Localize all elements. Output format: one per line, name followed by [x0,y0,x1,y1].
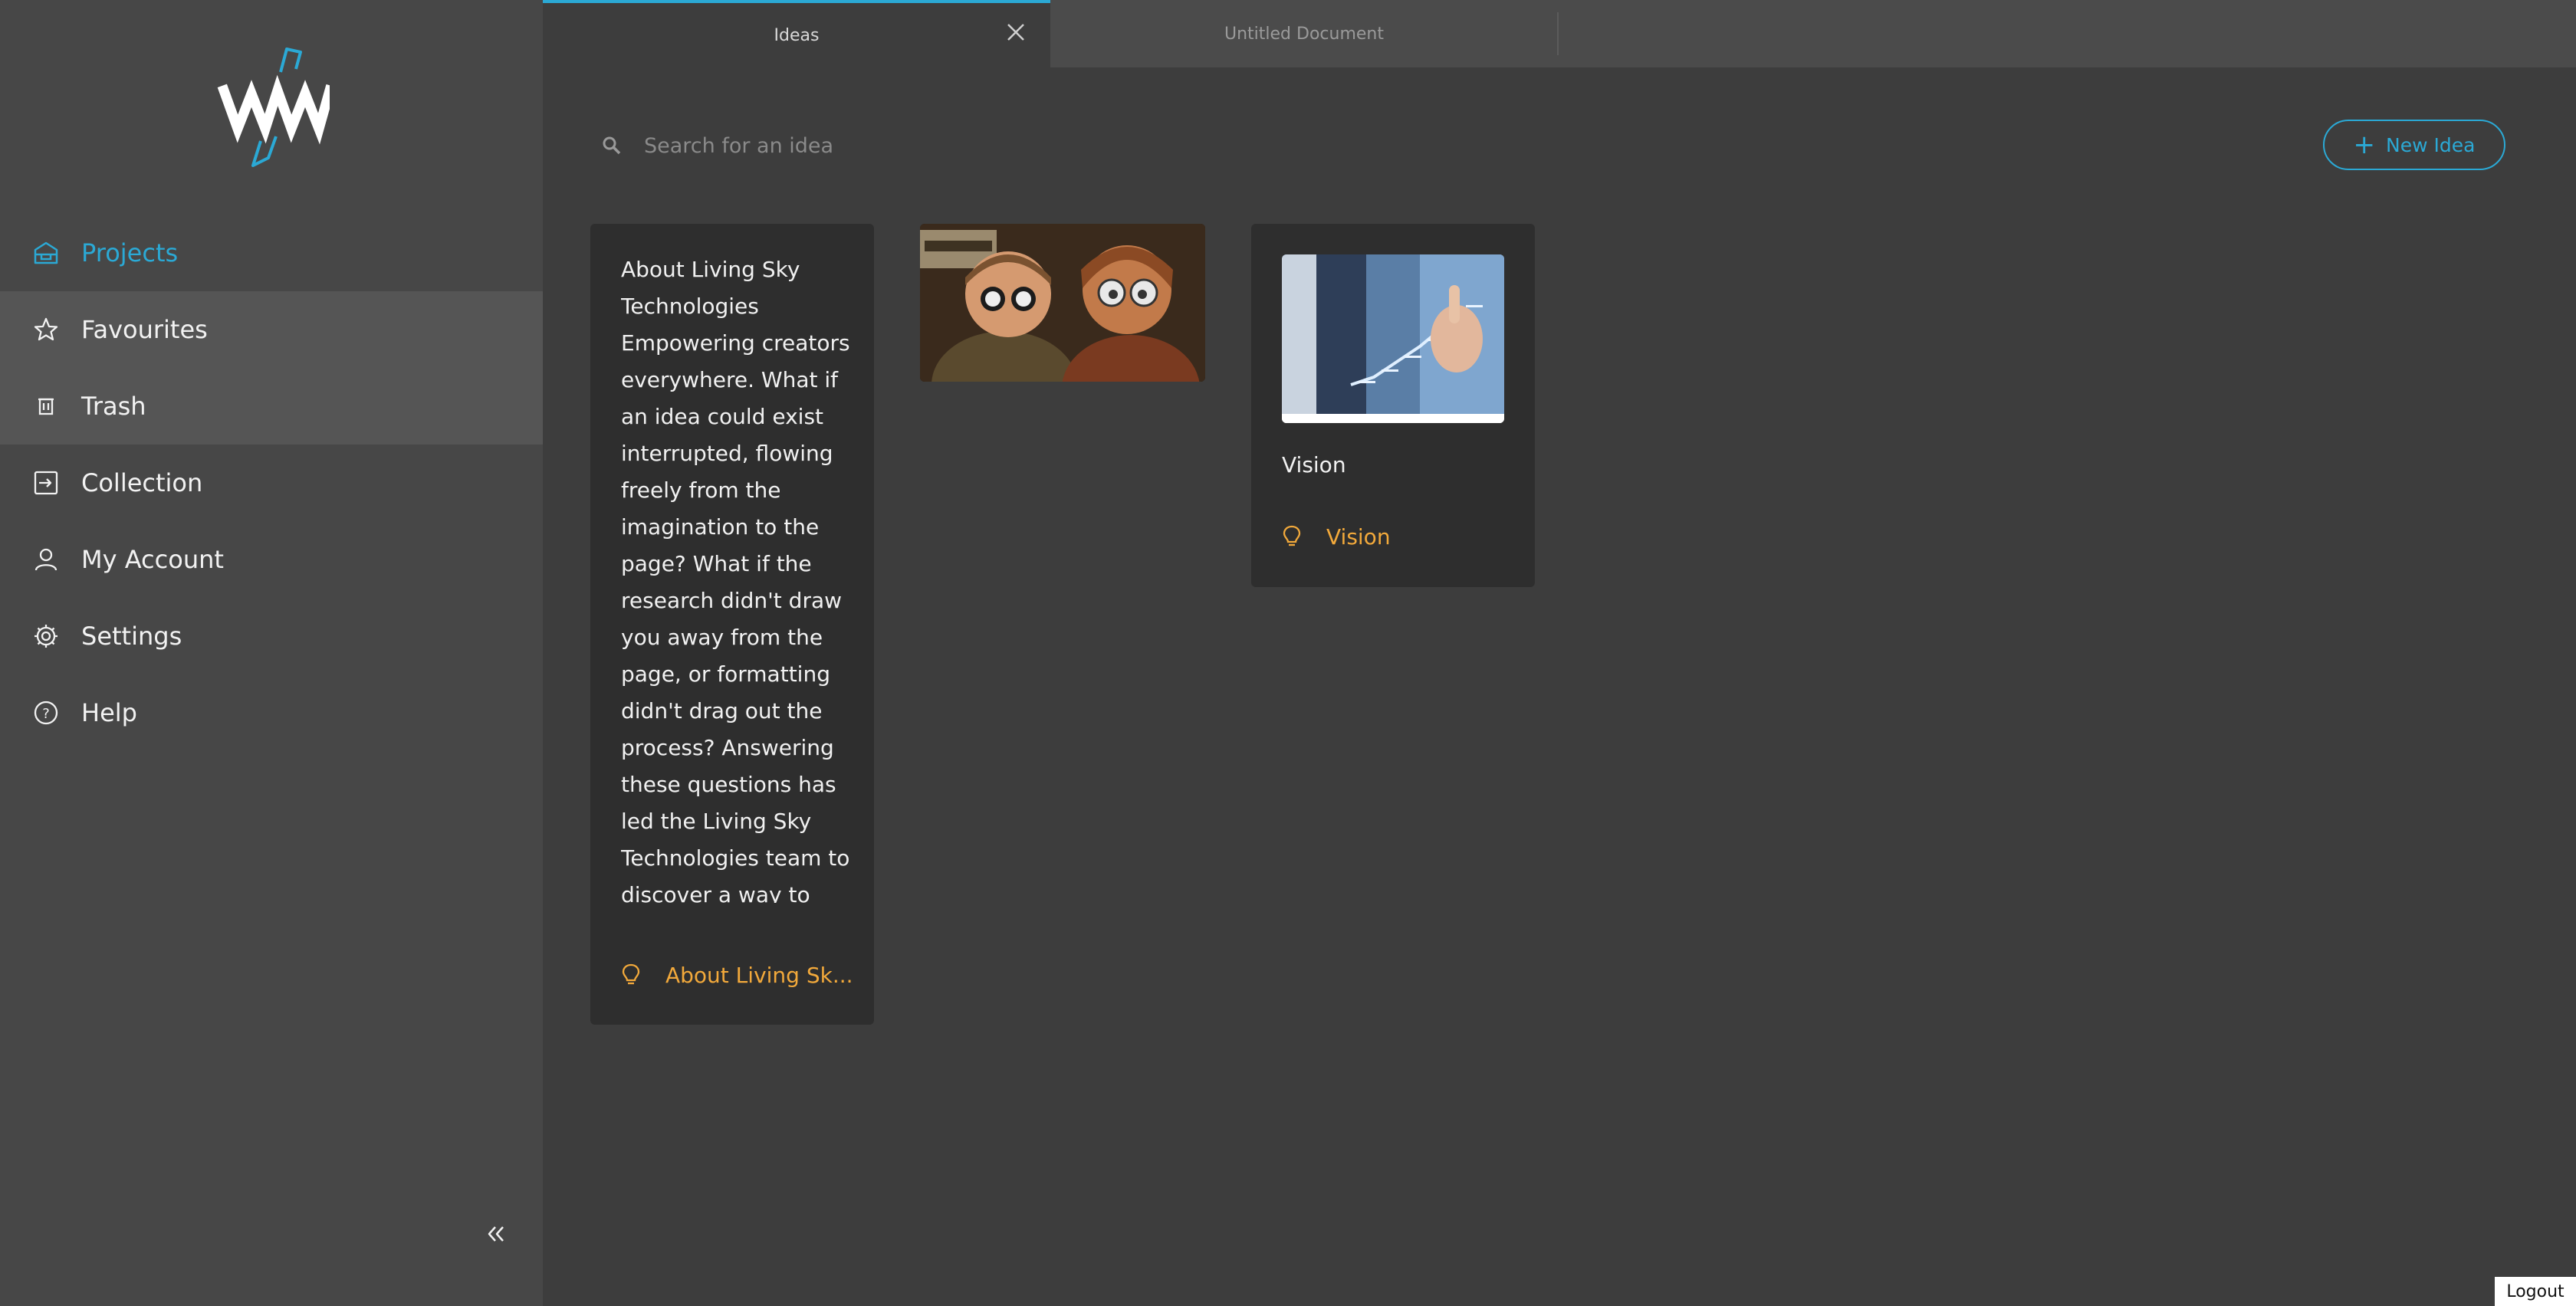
sidebar-item-help[interactable]: ? Help [0,674,543,751]
idea-card-title: Vision [1282,452,1346,477]
sidebar-item-favourites[interactable]: Favourites [0,291,543,368]
tab-label: Untitled Document [1224,24,1384,44]
idea-card-footer: Vision [1280,523,1518,550]
tab-untitled-document[interactable]: Untitled Document [1050,0,1558,67]
idea-card-tag: Vision [1326,523,1391,550]
business-chart-image [1282,254,1504,423]
sidebar-item-label: My Account [81,545,224,574]
idea-card[interactable]: Vision Vision [1251,224,1535,587]
projects-icon [31,238,61,268]
sidebar-item-collection[interactable]: Collection [0,445,543,521]
svg-text:?: ? [42,706,50,722]
sidebar-item-label: Help [81,698,137,727]
plus-icon: + [2353,130,2376,160]
animated-characters-image [920,224,1205,382]
new-idea-button[interactable]: + New Idea [2323,120,2505,170]
tab-label: Ideas [774,25,820,45]
close-tab-button[interactable] [1003,21,1029,48]
sidebar-item-label: Projects [81,238,179,267]
idea-card[interactable]: About Living Sky Technologies Empowering… [590,224,874,1025]
sidebar-item-label: Collection [81,468,203,497]
close-icon [1006,22,1026,47]
tab-bar: Ideas Untitled Document [543,0,2576,67]
idea-card-image[interactable] [920,224,1205,382]
idea-card-footer: About Living Sk... [619,961,857,989]
sidebar-item-my-account[interactable]: My Account [0,521,543,598]
tab-ideas[interactable]: Ideas [543,0,1050,67]
collection-icon [31,468,61,498]
user-icon [31,544,61,575]
sidebar-item-trash[interactable]: Trash [0,368,543,445]
sidebar-item-projects[interactable]: Projects [0,215,543,291]
sidebar: Projects Favourites Trash Collection My … [0,0,543,1306]
gear-icon [31,621,61,651]
lightbulb-icon [619,961,642,989]
search-input[interactable] [642,133,1259,159]
tab-divider [1557,12,1559,55]
sidebar-item-label: Trash [81,392,146,421]
search-icon [598,132,626,159]
collapse-sidebar-button[interactable] [479,1219,513,1252]
star-icon [31,314,61,345]
new-idea-label: New Idea [2386,133,2476,156]
trash-icon [31,391,61,422]
ww-logo[interactable] [215,43,337,173]
sidebar-item-label: Favourites [81,315,208,344]
help-icon: ? [31,697,61,728]
lightbulb-icon [1280,523,1303,550]
sidebar-nav: Projects Favourites Trash Collection My … [0,215,543,751]
logout-button[interactable]: Logout [2495,1277,2576,1306]
search-bar [598,123,1288,169]
sidebar-item-label: Settings [81,622,182,651]
idea-card-text: About Living Sky Technologies Empowering… [621,257,850,903]
sidebar-item-settings[interactable]: Settings [0,598,543,674]
double-chevron-left-icon [485,1222,508,1249]
idea-card-tag: About Living Sk... [665,962,853,988]
